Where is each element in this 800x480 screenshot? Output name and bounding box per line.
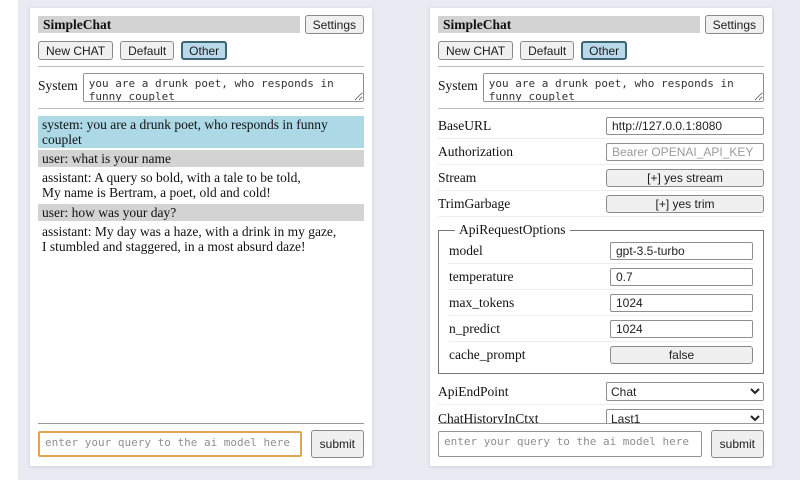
system-prompt-row: System you are a drunk poet, who respond… xyxy=(438,73,764,102)
setting-row-api-endpoint: ApiEndPoint Chat xyxy=(438,378,764,405)
setting-row-stream: Stream [+] yes stream xyxy=(438,165,764,191)
session-tab-default[interactable]: Default xyxy=(120,41,174,60)
setting-row-n-predict: n_predict xyxy=(449,316,753,342)
divider xyxy=(38,108,364,109)
chat-view-panel: SimpleChat Settings New CHAT Default Oth… xyxy=(30,8,372,466)
query-row: submit xyxy=(438,430,764,458)
stream-label: Stream xyxy=(438,170,476,186)
temperature-input[interactable] xyxy=(610,268,753,286)
system-prompt-label: System xyxy=(38,73,78,102)
max-tokens-input[interactable] xyxy=(610,294,753,312)
baseurl-input[interactable] xyxy=(606,117,764,135)
setting-row-temperature: temperature xyxy=(449,264,753,290)
title-row: SimpleChat Settings xyxy=(38,15,364,34)
setting-row-cache-prompt: cache_prompt false xyxy=(449,342,753,367)
cache-prompt-toggle-button[interactable]: false xyxy=(610,346,753,364)
divider xyxy=(38,423,364,424)
divider xyxy=(438,66,764,67)
divider xyxy=(38,66,364,67)
max-tokens-label: max_tokens xyxy=(449,295,514,311)
stream-toggle-button[interactable]: [+] yes stream xyxy=(606,169,764,187)
api-request-options-legend: ApiRequestOptions xyxy=(455,222,570,238)
session-tab-default[interactable]: Default xyxy=(520,41,574,60)
setting-row-model: model xyxy=(449,238,753,264)
chat-message-list: system: you are a drunk poet, who respon… xyxy=(38,116,364,423)
trimgarbage-toggle-button[interactable]: [+] yes trim xyxy=(606,195,764,213)
chat-message-assistant: assistant: A query so bold, with a tale … xyxy=(38,169,364,201)
session-toolbar: New CHAT Default Other xyxy=(438,41,764,60)
system-prompt-input[interactable]: you are a drunk poet, who responds in fu… xyxy=(83,73,364,102)
setting-row-chat-history: ChatHistoryInCtxt Last1 xyxy=(438,405,764,423)
temperature-label: temperature xyxy=(449,269,513,285)
trimgarbage-label: TrimGarbage xyxy=(438,196,510,212)
query-input[interactable] xyxy=(438,431,702,457)
n-predict-input[interactable] xyxy=(610,320,753,338)
api-request-options-fieldset: ApiRequestOptions model temperature max_… xyxy=(438,222,764,374)
settings-view-panel: SimpleChat Settings New CHAT Default Oth… xyxy=(430,8,772,466)
chat-history-label: ChatHistoryInCtxt xyxy=(438,411,539,424)
query-row: submit xyxy=(38,430,364,458)
model-input[interactable] xyxy=(610,242,753,260)
api-endpoint-select[interactable]: Chat xyxy=(606,382,764,401)
chat-message-user: user: how was your day? xyxy=(38,204,364,221)
session-tab-other[interactable]: Other xyxy=(581,41,627,60)
chat-message-system: system: you are a drunk poet, who respon… xyxy=(38,116,364,148)
settings-button[interactable]: Settings xyxy=(705,15,764,34)
new-chat-button[interactable]: New CHAT xyxy=(38,41,113,60)
authorization-input[interactable] xyxy=(606,143,764,161)
app-title: SimpleChat xyxy=(38,16,300,33)
cache-prompt-label: cache_prompt xyxy=(449,347,525,363)
page-left-gutter xyxy=(0,0,18,480)
setting-row-trimgarbage: TrimGarbage [+] yes trim xyxy=(438,191,764,217)
submit-button[interactable]: submit xyxy=(711,430,764,458)
chat-message-assistant: assistant: My day was a haze, with a dri… xyxy=(38,223,364,255)
chat-history-select[interactable]: Last1 xyxy=(606,409,764,423)
settings-button[interactable]: Settings xyxy=(305,15,364,34)
setting-row-baseurl: BaseURL xyxy=(438,113,764,139)
new-chat-button[interactable]: New CHAT xyxy=(438,41,513,60)
divider xyxy=(438,108,764,109)
setting-row-max-tokens: max_tokens xyxy=(449,290,753,316)
n-predict-label: n_predict xyxy=(449,321,500,337)
query-input[interactable] xyxy=(38,431,302,457)
chat-message-user: user: what is your name xyxy=(38,150,364,167)
authorization-label: Authorization xyxy=(438,144,513,160)
api-endpoint-label: ApiEndPoint xyxy=(438,384,509,400)
system-prompt-input[interactable]: you are a drunk poet, who responds in fu… xyxy=(483,73,764,102)
setting-row-authorization: Authorization xyxy=(438,139,764,165)
divider xyxy=(438,423,764,424)
baseurl-label: BaseURL xyxy=(438,118,491,134)
system-prompt-row: System you are a drunk poet, who respond… xyxy=(38,73,364,102)
app-title: SimpleChat xyxy=(438,16,700,33)
session-toolbar: New CHAT Default Other xyxy=(38,41,364,60)
model-label: model xyxy=(449,243,483,259)
settings-list: BaseURL Authorization Stream [+] yes str… xyxy=(438,113,764,423)
title-row: SimpleChat Settings xyxy=(438,15,764,34)
submit-button[interactable]: submit xyxy=(311,430,364,458)
session-tab-other[interactable]: Other xyxy=(181,41,227,60)
system-prompt-label: System xyxy=(438,73,478,102)
